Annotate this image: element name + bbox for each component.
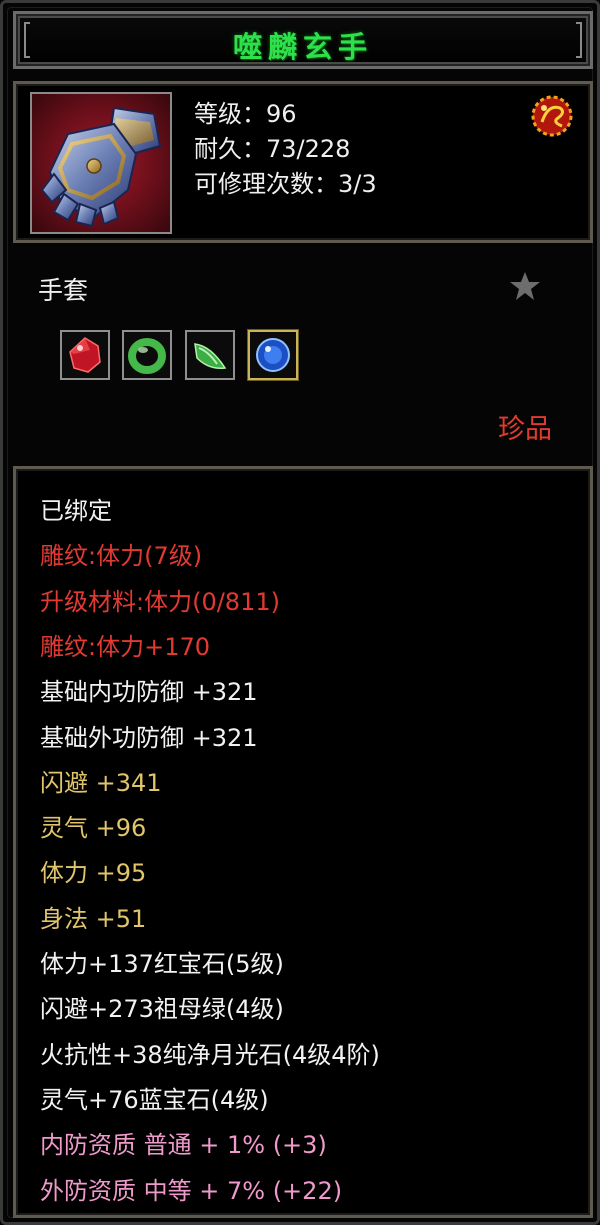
attribute-line: 雕纹:体力+170 — [40, 632, 211, 661]
socket-emerald-ring[interactable] — [122, 330, 172, 380]
attribute-line: 体力+137红宝石(5级) — [40, 950, 284, 978]
socket-ruby[interactable] — [60, 330, 110, 380]
sapphire-gem-icon — [256, 338, 290, 372]
socket-sapphire[interactable] — [248, 330, 298, 380]
attribute-line: 身法 +51 — [40, 904, 147, 933]
item-durability: 耐久：73/228 — [194, 135, 351, 163]
attribute-line: 基础内功防御 +321 — [40, 678, 258, 707]
attribute-panel: 已绑定雕纹:体力(7级) 升级材料:体力(0/811) 雕纹:体力+170 基础内功防… — [13, 466, 593, 1218]
attribute-line: 内防资质 普通 + 1% (+3) — [40, 1131, 327, 1160]
attribute-line: 外防资质 中等 + 7% (+22) — [40, 1176, 343, 1205]
attribute-line: 基础外功防御 +321 — [40, 723, 258, 752]
attribute-line: 灵气+76蓝宝石(4级) — [40, 1085, 269, 1114]
item-type: 手套 — [38, 276, 89, 305]
attribute-line: 灵气 +96 — [40, 814, 147, 843]
item-name: 噬麟玄手 — [232, 30, 373, 64]
item-repair-count: 可修理次数：3/3 — [194, 170, 377, 198]
ruby-gem-icon — [69, 337, 101, 373]
gem-badge-icon — [530, 94, 574, 138]
attribute-line: 闪避 +341 — [40, 768, 162, 797]
attribute-line: 已绑定 — [40, 497, 112, 525]
item-tooltip: 噬麟玄手 等级：96 耐久：73/228 可修理次数：3/3 手套 珍品 已绑定… — [0, 0, 600, 1225]
attribute-line: 升级材料:体力(0/811) — [40, 587, 280, 616]
attribute-line: 火抗性+38纯净月光石(4级4阶) — [40, 1040, 380, 1069]
rarity-label: 珍品 — [498, 414, 552, 445]
emerald-ring-gem-icon — [128, 338, 166, 374]
attribute-line: 雕纹:体力(7级) — [40, 542, 203, 571]
item-summary: 等级：96 耐久：73/228 可修理次数：3/3 — [13, 81, 593, 243]
title-bar: 噬麟玄手 — [13, 11, 593, 69]
attribute-line: 闪避+273祖母绿(4级) — [40, 995, 284, 1024]
item-level: 等级：96 — [194, 100, 297, 128]
gauntlet-icon — [30, 92, 172, 234]
socket-emerald[interactable] — [185, 330, 235, 380]
star-icon[interactable] — [508, 269, 542, 303]
emerald-gem-icon — [194, 343, 227, 370]
attribute-line: 体力 +95 — [40, 859, 147, 888]
